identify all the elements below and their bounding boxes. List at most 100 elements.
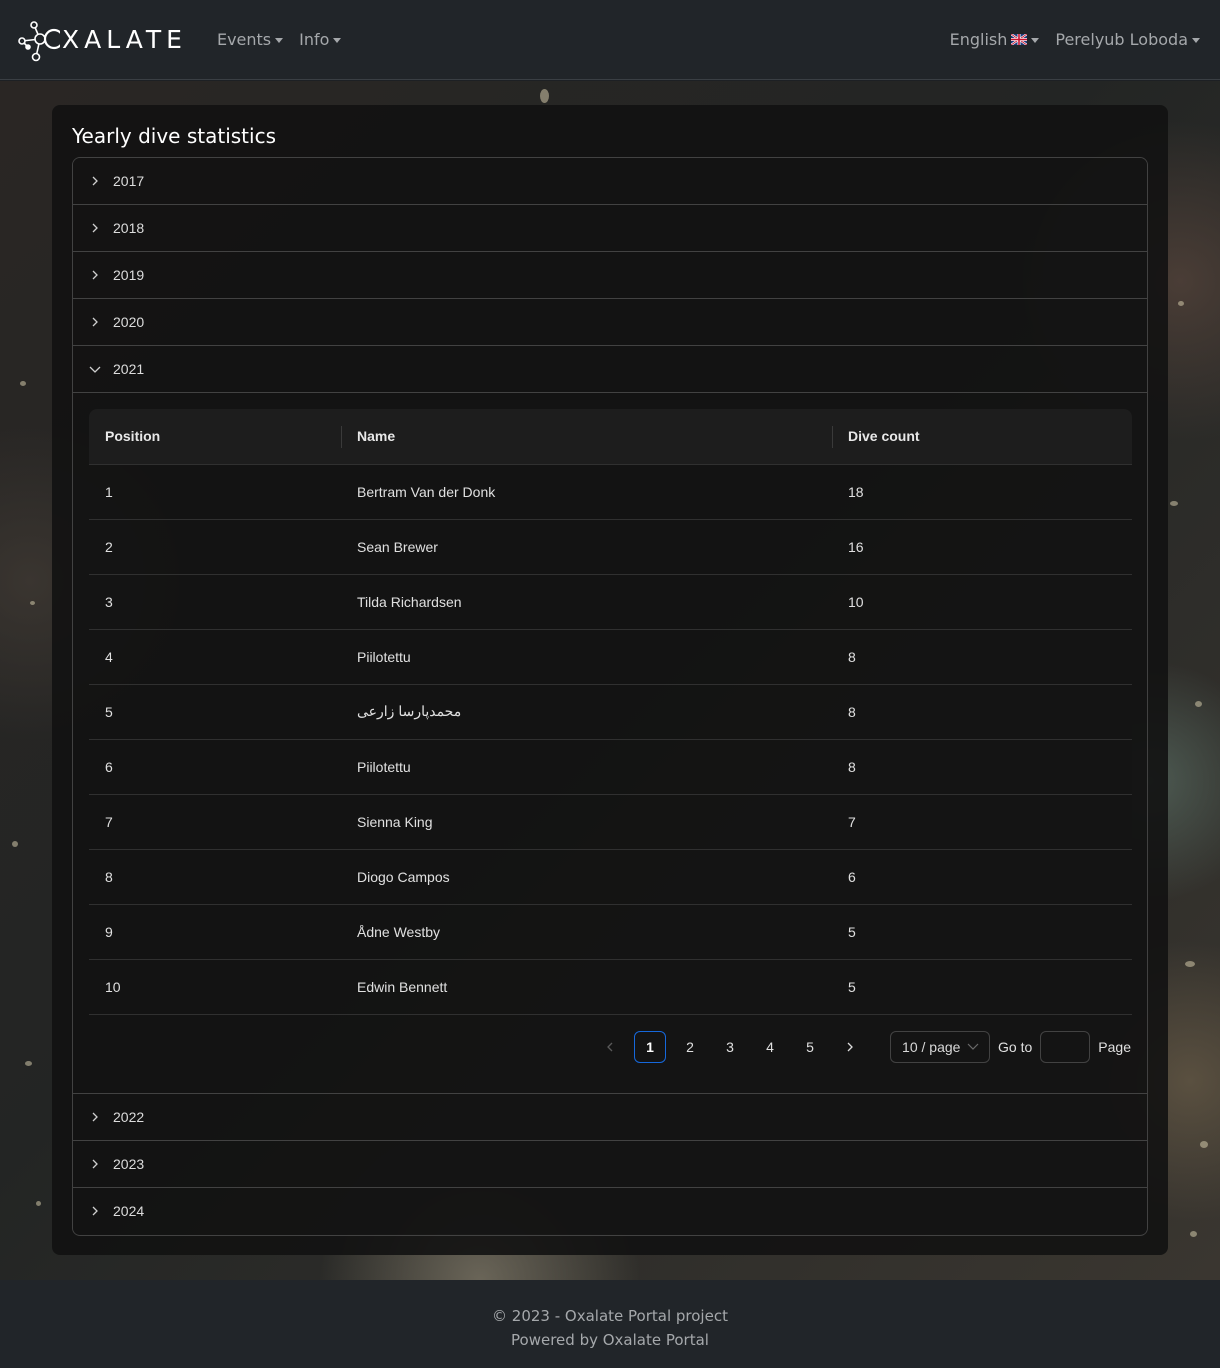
cell-name: Tilda Richardsen <box>341 574 832 630</box>
prev-page-button[interactable] <box>594 1031 626 1063</box>
cell-name: Bertram Van der Donk <box>341 464 832 520</box>
page-label: Page <box>1098 1038 1131 1055</box>
page-title: Yearly dive statistics <box>72 124 276 148</box>
accordion-body-2021: Position Name Dive count 1 Bertram Van de… <box>73 392 1147 1093</box>
user-dropdown[interactable]: Perelyub Loboda <box>1055 30 1200 49</box>
cell-dive-count: 18 <box>832 464 1132 520</box>
cell-name: محمدپارسا زارعی <box>341 684 832 740</box>
column-header-position: Position <box>89 409 341 465</box>
page-size-value: 10 / page <box>902 1038 961 1055</box>
chevron-right-icon <box>89 175 101 187</box>
page-button-3[interactable]: 3 <box>714 1031 746 1063</box>
accordion-item-2021: 2021 Position Name Dive count 1 Bertram V… <box>73 346 1147 1094</box>
table-row: 6 Piilotettu 8 <box>89 739 1132 795</box>
table-row: 5 محمدپارسا زارعی 8 <box>89 684 1132 740</box>
accordion-item-2017: 2017 <box>73 158 1147 205</box>
next-page-button[interactable] <box>834 1031 866 1063</box>
goto-page-input[interactable] <box>1040 1030 1091 1063</box>
cell-dive-count: 5 <box>832 959 1132 1015</box>
accordion-item-2022: 2022 <box>73 1094 1147 1141</box>
cell-dive-count: 8 <box>832 684 1132 740</box>
cell-position: 7 <box>89 794 341 850</box>
table-row: 2 Sean Brewer 16 <box>89 519 1132 575</box>
cell-name: Edwin Bennett <box>341 959 832 1015</box>
table-row: 7 Sienna King 7 <box>89 794 1132 850</box>
nav-info-dropdown[interactable]: Info <box>299 30 342 49</box>
nav-info-label: Info <box>299 30 330 49</box>
accordion-year-label: 2022 <box>113 1109 145 1125</box>
nav-events-dropdown[interactable]: Events <box>216 30 284 49</box>
accordion-year-label: 2019 <box>113 267 145 283</box>
cell-name: Piilotettu <box>341 739 832 795</box>
accordion-year-label: 2017 <box>113 173 145 189</box>
nav-events-label: Events <box>216 30 272 49</box>
cell-name: Sienna King <box>341 794 832 850</box>
table-row: 8 Diogo Campos 6 <box>89 849 1132 905</box>
column-header-name: Name <box>341 409 832 465</box>
accordion-item-2024: 2024 <box>73 1188 1147 1234</box>
caret-down-icon <box>1192 38 1200 43</box>
accordion-header-2020[interactable]: 2020 <box>73 299 1147 345</box>
uk-flag-icon <box>1011 34 1028 45</box>
chevron-right-icon <box>89 1111 101 1123</box>
accordion-header-2017[interactable]: 2017 <box>73 158 1147 204</box>
page-button-2[interactable]: 2 <box>674 1031 706 1063</box>
cell-position: 4 <box>89 629 341 685</box>
cell-dive-count: 6 <box>832 849 1132 905</box>
chevron-right-icon <box>89 316 101 328</box>
chevron-down-icon <box>967 1043 979 1050</box>
accordion-header-2024[interactable]: 2024 <box>73 1188 1147 1234</box>
cell-position: 6 <box>89 739 341 795</box>
table-row: 10 Edwin Bennett 5 <box>89 959 1132 1015</box>
column-header-dive-count: Dive count <box>832 409 1132 465</box>
table-row: 9 Ådne Westby 5 <box>89 904 1132 960</box>
table-row: 3 Tilda Richardsen 10 <box>89 574 1132 630</box>
table-row: 4 Piilotettu 8 <box>89 629 1132 685</box>
chevron-right-icon <box>89 222 101 234</box>
cell-name: Piilotettu <box>341 629 832 685</box>
language-label: English <box>949 30 1008 49</box>
chevron-right-icon <box>89 1205 101 1217</box>
year-accordion: 2017 2018 2019 2020 2021 Position Name D… <box>72 157 1148 1236</box>
table-row: 1 Bertram Van der Donk 18 <box>89 464 1132 520</box>
accordion-header-2023[interactable]: 2023 <box>73 1141 1147 1187</box>
goto-label: Go to <box>998 1038 1033 1055</box>
accordion-header-2019[interactable]: 2019 <box>73 252 1147 298</box>
accordion-year-label: 2023 <box>113 1156 145 1172</box>
accordion-item-2023: 2023 <box>73 1141 1147 1188</box>
caret-down-icon <box>333 38 342 43</box>
accordion-year-label: 2018 <box>113 220 145 236</box>
molecule-logo-icon <box>18 20 60 61</box>
footer-copyright: © 2023 - Oxalate Portal project <box>492 1307 728 1325</box>
caret-down-icon <box>1031 38 1040 43</box>
chevron-right-icon <box>89 269 101 281</box>
caret-down-icon <box>275 38 284 43</box>
cell-position: 1 <box>89 464 341 520</box>
accordion-header-2021[interactable]: 2021 <box>73 346 1147 392</box>
accordion-header-2018[interactable]: 2018 <box>73 205 1147 251</box>
cell-dive-count: 8 <box>832 629 1132 685</box>
brand-logo[interactable]: XALATE <box>14 18 187 62</box>
page-size-select[interactable]: 10 / page <box>890 1030 991 1063</box>
language-dropdown[interactable]: English <box>950 30 1040 49</box>
chevron-right-icon <box>89 1158 101 1170</box>
accordion-item-2019: 2019 <box>73 252 1147 299</box>
cell-dive-count: 7 <box>832 794 1132 850</box>
page-button-1[interactable]: 1 <box>634 1030 667 1063</box>
accordion-header-2022[interactable]: 2022 <box>73 1094 1147 1140</box>
cell-name: Diogo Campos <box>341 849 832 905</box>
dive-statistics-table: Position Name Dive count 1 Bertram Van de… <box>89 409 1132 1015</box>
footer-powered-by: Powered by Oxalate Portal <box>511 1331 709 1349</box>
page-button-5[interactable]: 5 <box>794 1031 826 1063</box>
cell-position: 2 <box>89 519 341 575</box>
page-button-4[interactable]: 4 <box>754 1031 786 1063</box>
cell-dive-count: 8 <box>832 739 1132 795</box>
cell-position: 5 <box>89 684 341 740</box>
chevron-right-icon <box>847 1042 853 1051</box>
brand-name: XALATE <box>62 25 187 54</box>
cell-name: Ådne Westby <box>341 904 832 960</box>
cell-dive-count: 16 <box>832 519 1132 575</box>
pagination: 1 2 3 4 5 10 / page Go to Page <box>89 1015 1131 1079</box>
cell-position: 8 <box>89 849 341 905</box>
chevron-down-icon <box>89 363 101 375</box>
